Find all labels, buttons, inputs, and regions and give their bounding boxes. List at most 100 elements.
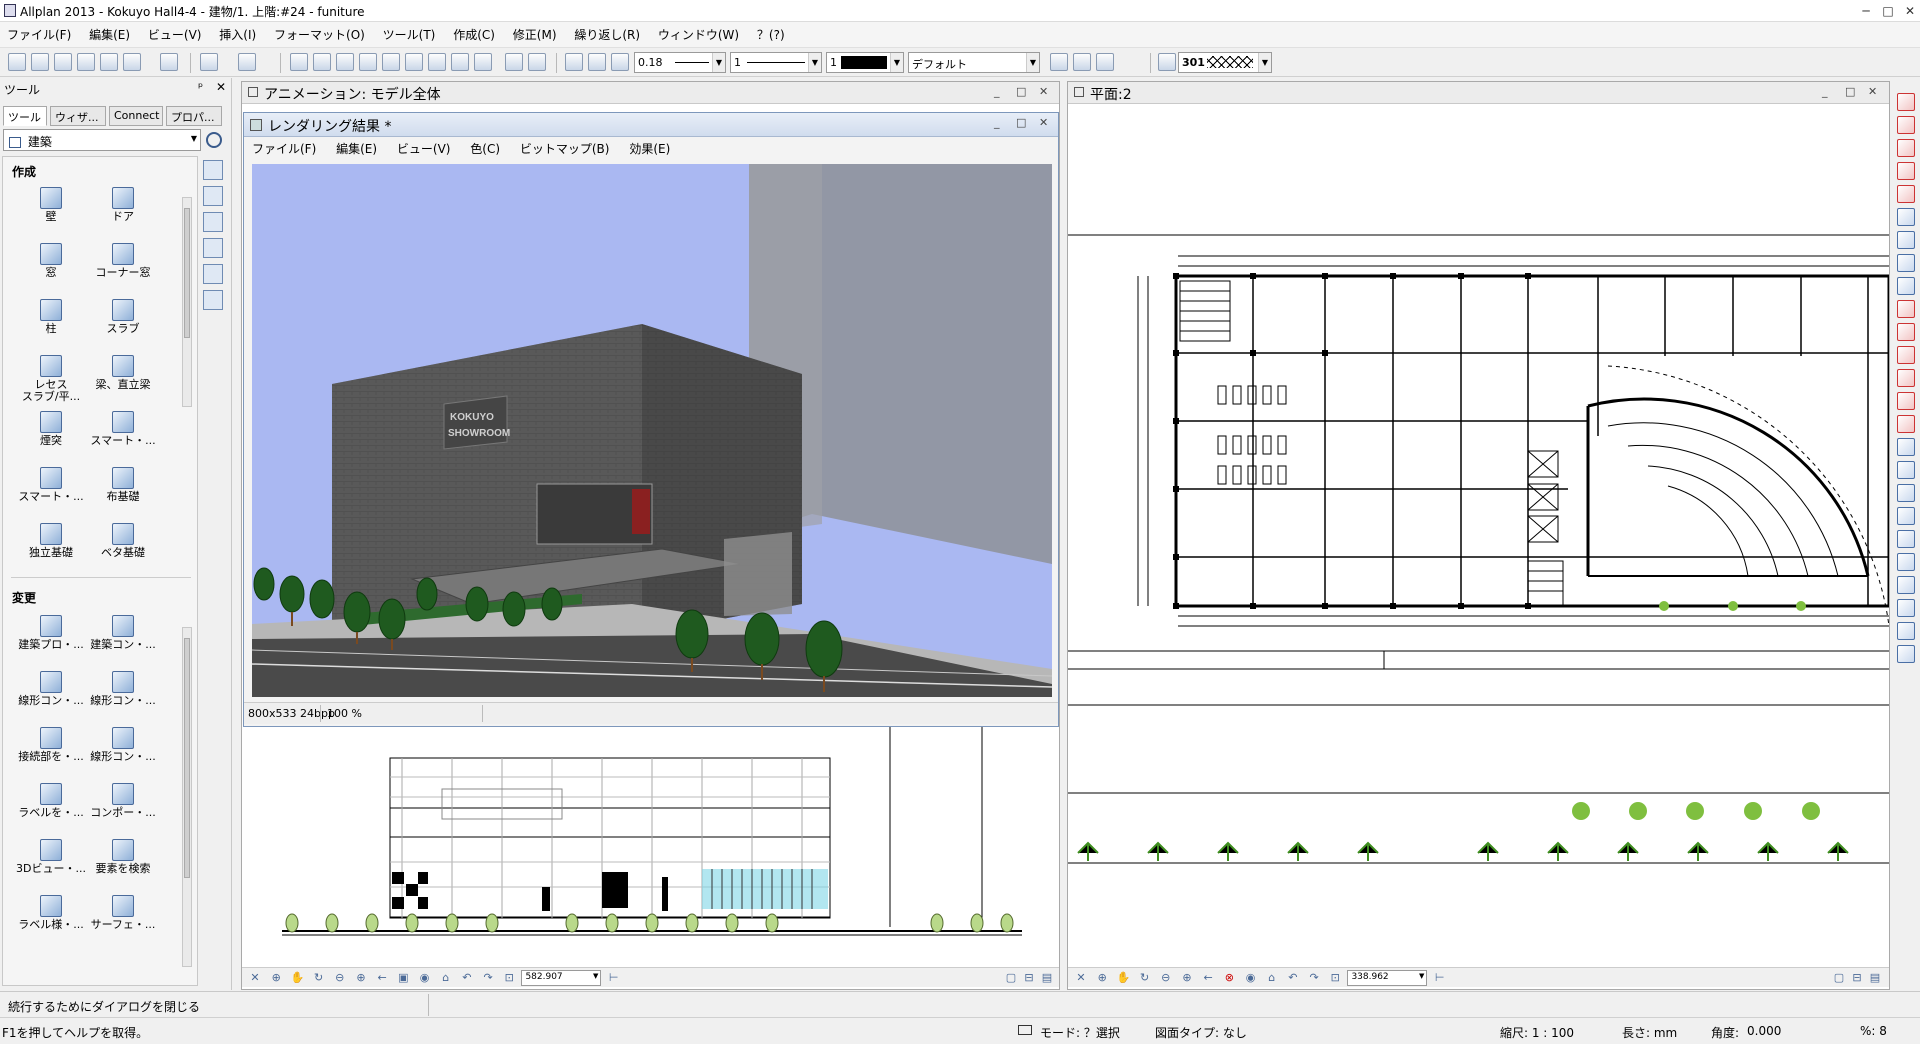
draw-tool-icon[interactable] [1897, 599, 1915, 617]
create-tool[interactable]: 梁、直立梁 [87, 355, 159, 391]
draw-tool-icon[interactable] [1897, 530, 1915, 548]
draw-tool-icon[interactable] [1897, 254, 1915, 272]
menu-view[interactable]: ビュー(V) [141, 22, 209, 47]
menu-window[interactable]: ウィンドウ(W) [651, 22, 746, 47]
create-tool[interactable]: レセス スラブ/平... [15, 355, 87, 403]
modify-tool[interactable]: ラベル様・... [15, 895, 87, 931]
fileset-icon[interactable] [428, 53, 446, 71]
scissors-icon[interactable] [359, 53, 377, 71]
save-icon[interactable] [100, 53, 118, 71]
draw-tool-icon[interactable] [1897, 553, 1915, 571]
menu-format[interactable]: フォーマット(O) [267, 22, 372, 47]
render-menu-effects[interactable]: 効果(E) [621, 137, 678, 160]
left-zoom-combo[interactable]: 582.907 ▼ [521, 970, 602, 986]
menu-edit[interactable]: 編集(E) [82, 22, 137, 47]
line-type-select[interactable]: 1 ▼ [730, 52, 822, 73]
chevron-down-icon[interactable]: ▼ [890, 53, 903, 72]
cut-icon[interactable] [290, 53, 308, 71]
create-tool[interactable]: 独立基礎 [15, 523, 87, 559]
draw-tool-icon[interactable] [1897, 346, 1915, 364]
draw-tool-icon[interactable] [1897, 622, 1915, 640]
page-icon[interactable]: ▤ [1039, 971, 1055, 985]
create-tool[interactable]: ベタ基礎 [87, 523, 159, 559]
pane-maximize-button[interactable]: □ [1016, 85, 1026, 98]
measure-icon[interactable]: ⊢ [1432, 971, 1448, 985]
module-select[interactable]: 建築 ▼ [3, 129, 201, 151]
create-tool[interactable]: ドア [87, 187, 159, 223]
view-cube-icon[interactable]: ▣ [395, 971, 411, 985]
create-tool[interactable]: コーナー窓 [87, 243, 159, 279]
modify-tool[interactable]: 接続部を・... [15, 727, 87, 763]
chevron-down-icon[interactable]: ▼ [191, 134, 197, 143]
maximize-button[interactable]: □ [1877, 2, 1899, 20]
undo-view-icon[interactable]: ↶ [1285, 971, 1301, 985]
tab-properties[interactable]: プロパ... [166, 106, 222, 126]
modify-tool[interactable]: 3Dビュー・... [15, 839, 87, 875]
draw-tool-icon[interactable] [1897, 208, 1915, 226]
zoom-in-icon[interactable]: ⊕ [353, 971, 369, 985]
scroll-thumb[interactable] [184, 638, 190, 878]
regenerate-icon[interactable]: ↻ [1137, 971, 1153, 985]
tab-connect[interactable]: Connect [109, 106, 163, 126]
zoom-window-icon[interactable]: ⊕ [1094, 971, 1110, 985]
tool-shortcut-icon[interactable] [203, 238, 223, 258]
structure-icon[interactable] [451, 53, 469, 71]
zoom-window-icon[interactable]: ⊕ [268, 971, 284, 985]
menu-insert[interactable]: 挿入(I) [212, 22, 263, 47]
render-minimize-button[interactable]: _ [994, 116, 1000, 129]
tool-shortcut-icon[interactable] [203, 160, 223, 180]
draw-tool-icon[interactable] [1897, 93, 1915, 111]
draw-tool-icon[interactable] [1897, 139, 1915, 157]
modify-tool[interactable]: 線形コン・... [87, 671, 159, 707]
object-icon[interactable] [405, 53, 423, 71]
measure-icon[interactable]: ⊢ [606, 971, 622, 985]
menu-help[interactable]: ？(?) [750, 22, 792, 47]
render-maximize-button[interactable]: □ [1016, 116, 1026, 129]
draw-tool-icon[interactable] [1897, 438, 1915, 456]
eyedropper-icon[interactable] [611, 53, 629, 71]
camera-icon[interactable]: ⌂ [1264, 971, 1280, 985]
elevation-drawing[interactable] [242, 727, 1059, 967]
render-menu-view[interactable]: ビュー(V) [389, 137, 459, 160]
open-file-icon[interactable] [54, 53, 72, 71]
minimize-button[interactable]: ─ [1855, 2, 1877, 20]
regenerate-icon[interactable]: ↻ [311, 971, 327, 985]
pan-icon[interactable]: ✋ [1115, 971, 1131, 985]
page-icon[interactable]: ▤ [1867, 971, 1883, 985]
modify-tool[interactable]: 建築コン・... [87, 615, 159, 651]
folder-icon[interactable] [77, 53, 95, 71]
render-menu-color[interactable]: 色(C) [462, 137, 508, 160]
copy-icon[interactable] [313, 53, 331, 71]
scroll-thumb[interactable] [184, 208, 190, 338]
draw-tool-icon[interactable] [1897, 507, 1915, 525]
draw-tool-icon[interactable] [1897, 116, 1915, 134]
print-preview-icon[interactable]: ⊟ [1021, 971, 1037, 985]
create-tool[interactable]: 柱 [15, 299, 87, 335]
draw-tool-icon[interactable] [1897, 323, 1915, 341]
draw-tool-icon[interactable] [1897, 461, 1915, 479]
zoom-out-icon[interactable]: ⊖ [1158, 971, 1174, 985]
chevron-down-icon[interactable]: ▼ [1419, 972, 1424, 980]
chevron-down-icon[interactable]: ▼ [808, 53, 821, 72]
section-icon[interactable]: ⊡ [501, 971, 517, 985]
draw-tool-icon[interactable] [1897, 392, 1915, 410]
render-menu-edit[interactable]: 編集(E) [328, 137, 385, 160]
render-icon[interactable] [505, 53, 523, 71]
zoom-extents-icon[interactable]: ✕ [1073, 971, 1089, 985]
render-menu-file[interactable]: ファイル(F) [244, 137, 324, 160]
chevron-down-icon[interactable]: ▼ [712, 53, 725, 72]
tool-shortcut-icon[interactable] [203, 290, 223, 310]
draw-tool-icon[interactable] [1897, 300, 1915, 318]
layer-visibility-icon[interactable] [1050, 53, 1068, 71]
eye-icon[interactable]: ◉ [417, 971, 433, 985]
camera-icon[interactable]: ⌂ [438, 971, 454, 985]
preview-icon[interactable] [160, 53, 178, 71]
layer-status-icon[interactable] [1073, 53, 1091, 71]
view-cube-icon[interactable]: ⊗ [1221, 971, 1237, 985]
draw-tool-icon[interactable] [1897, 415, 1915, 433]
section-icon[interactable]: ⊡ [1327, 971, 1343, 985]
redo-view-icon[interactable]: ↷ [1306, 971, 1322, 985]
draw-tool-icon[interactable] [1897, 645, 1915, 663]
create-scrollbar[interactable] [182, 197, 192, 407]
tab-tools[interactable]: ツール [3, 106, 47, 126]
